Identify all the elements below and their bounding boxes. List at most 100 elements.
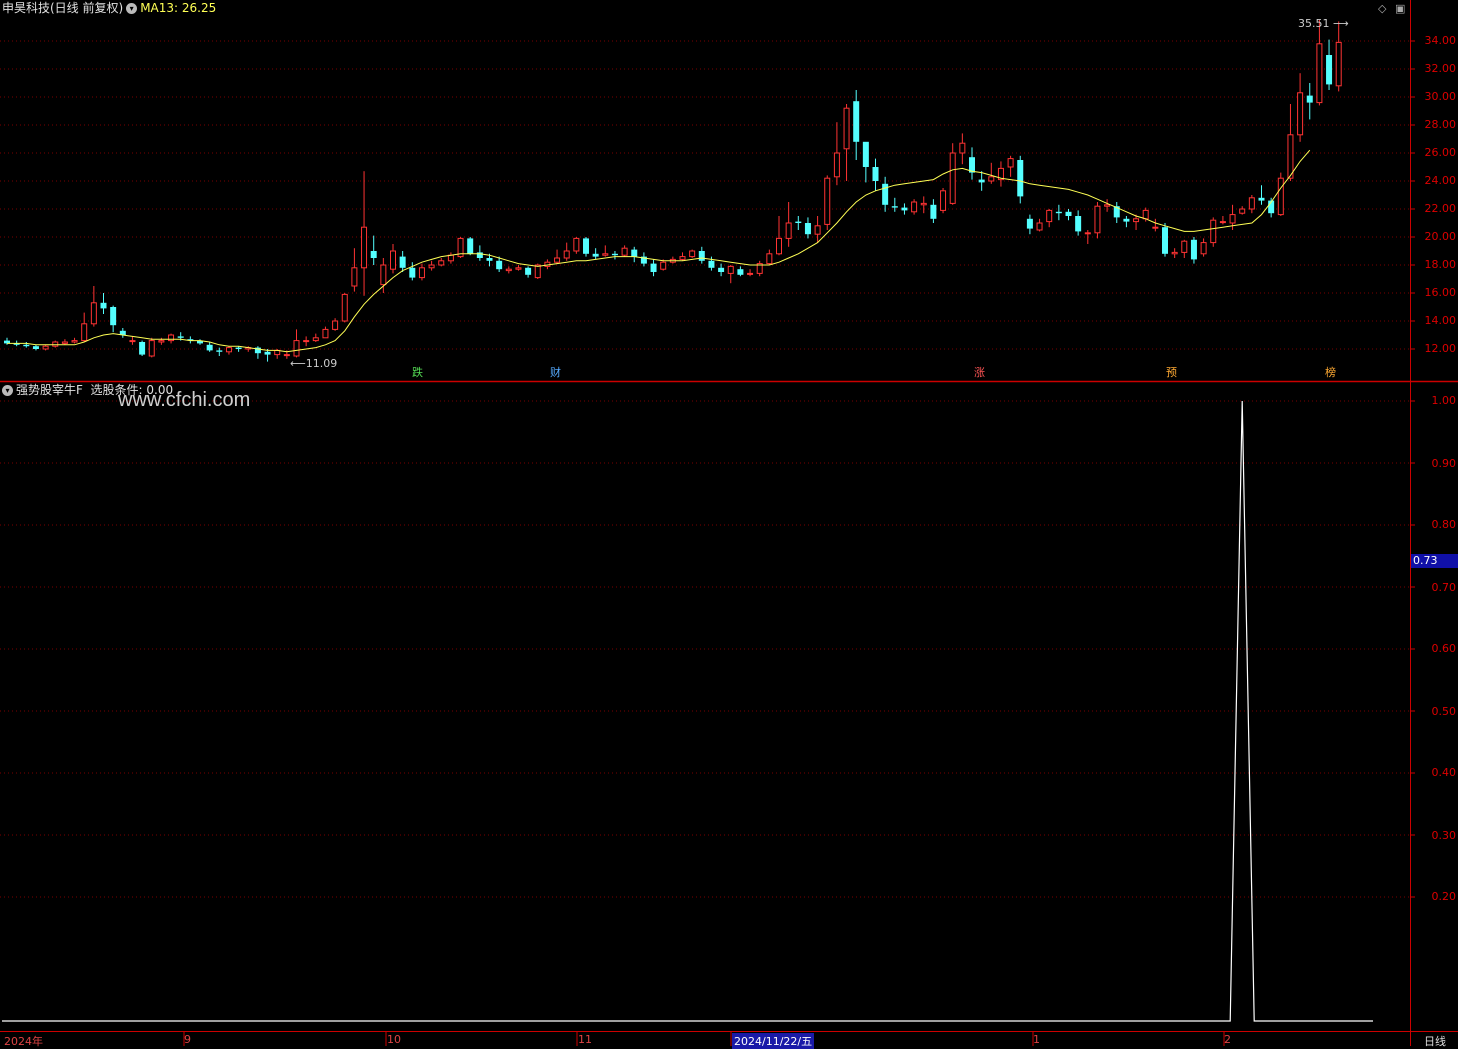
candle-body-up <box>168 334 175 342</box>
candle-body-up <box>727 265 734 274</box>
candle-body-up <box>679 256 686 260</box>
candle-body-up <box>814 225 821 235</box>
period-label[interactable]: 日线 <box>1424 1033 1446 1049</box>
candle-body-down <box>1306 95 1313 103</box>
candle-body-up <box>988 176 995 182</box>
maximize-icon[interactable]: ▣ <box>1395 2 1405 15</box>
candle-body-down <box>1123 218 1130 222</box>
candle-body-up <box>1248 197 1255 210</box>
event-tag-rise[interactable]: 涨 <box>973 366 986 380</box>
price-tick: 16.00 <box>1424 286 1457 299</box>
stock-title[interactable]: 申昊科技(日线 前复权) <box>2 1 123 15</box>
candle-body-up <box>90 302 97 325</box>
candle-body-down <box>370 251 377 258</box>
candle-body-up <box>911 201 918 213</box>
candle-body-up <box>843 107 850 150</box>
candle-body-up <box>361 226 368 269</box>
candle-body-up <box>602 253 609 256</box>
candle-body-up <box>341 293 348 322</box>
candle-body-up <box>1142 209 1149 220</box>
candle-body-up <box>563 250 570 259</box>
candle-body-down <box>891 206 898 208</box>
candle-body-down <box>583 238 589 254</box>
price-tick: 12.00 <box>1424 342 1457 355</box>
candle-body-down <box>264 351 271 355</box>
candle-body-up <box>52 341 59 347</box>
candle-body-down <box>698 251 705 261</box>
date-tick: 9 <box>184 1033 191 1046</box>
candle-body-up <box>747 272 754 275</box>
candle-body-up <box>785 222 792 239</box>
candle-body-down <box>930 204 937 219</box>
price-tick: 24.00 <box>1424 174 1457 187</box>
candle-body-up <box>42 345 49 350</box>
watermark: www.cfchi.com <box>118 389 251 411</box>
event-tag-forecast[interactable]: 预 <box>1165 366 1178 380</box>
candle-body-down <box>901 207 908 211</box>
indicator-tick: 0.50 <box>1431 705 1457 718</box>
candle-body-down <box>853 101 860 142</box>
chevron-down-icon[interactable]: ▾ <box>126 3 138 14</box>
chevron-down-icon[interactable]: ▾ <box>2 385 13 396</box>
main-header: 申昊科技(日线 前复权) ▾ MA13: 26.25 <box>2 1 216 15</box>
candle-body-up <box>351 267 358 287</box>
price-tick: 30.00 <box>1424 90 1457 103</box>
candle-body-up <box>148 340 155 357</box>
candle-body-up <box>920 202 927 206</box>
candle-body-down <box>496 260 503 270</box>
indicator-current-value: 0.73 <box>1411 554 1458 568</box>
indicator-title[interactable]: 强势股宰牛F <box>16 383 83 397</box>
candle-body-down <box>139 342 146 355</box>
candle-body-up <box>1239 208 1246 214</box>
candle-body-up <box>1210 219 1217 244</box>
date-tick: 11 <box>578 1033 592 1046</box>
price-tick: 28.00 <box>1424 118 1457 131</box>
event-tag-fall[interactable]: 跌 <box>411 366 424 380</box>
candle-body-up <box>1094 205 1101 234</box>
selected-date: 2024/11/22/五 <box>732 1033 815 1049</box>
candle-body-down <box>32 346 39 349</box>
candle-body-down <box>804 223 811 235</box>
candle-body-up <box>61 341 68 344</box>
candle-body-up <box>1181 240 1188 253</box>
candle-body-up <box>418 267 425 279</box>
indicator-tick: 0.60 <box>1431 642 1457 655</box>
candle-body-down <box>862 141 869 167</box>
candle-body-up <box>621 247 628 256</box>
candle-body-up <box>940 190 947 211</box>
indicator-tick: 0.80 <box>1431 518 1457 531</box>
candle-body-down <box>1065 211 1072 216</box>
candle-body-up <box>573 237 580 252</box>
candle-body-up <box>833 152 840 178</box>
price-tick: 18.00 <box>1424 258 1457 271</box>
high-price-label: 35.51 ⟶ <box>1298 17 1349 30</box>
candle-body-down <box>631 249 638 257</box>
candle-body-up <box>332 320 339 330</box>
candle-body-up <box>515 267 522 270</box>
candle-body-down <box>1326 55 1333 85</box>
candle-body-up <box>390 250 396 270</box>
candle-body-down <box>1017 160 1024 197</box>
candle-body-down <box>486 258 493 261</box>
candle-body-down <box>718 267 725 272</box>
event-tag-ranking[interactable]: 榜 <box>1324 366 1337 380</box>
date-tick: 2 <box>1224 1033 1231 1046</box>
candle-body-up <box>1219 221 1226 224</box>
candle-body-down <box>1055 211 1062 214</box>
candle-body-up <box>428 264 435 269</box>
price-tick: 32.00 <box>1424 62 1457 75</box>
candle-body-up <box>776 237 782 255</box>
candle-body-up <box>380 264 387 286</box>
event-tag-finance[interactable]: 财 <box>549 366 562 380</box>
candle-body-down <box>409 267 416 278</box>
candle-body-up <box>1084 232 1091 235</box>
chart-canvas[interactable] <box>0 0 1458 1046</box>
candle-body-up <box>1104 204 1111 207</box>
candle-body-up <box>1277 177 1284 216</box>
candle-body-up <box>554 257 561 263</box>
candle-body-down <box>650 263 657 272</box>
candle-body-down <box>708 260 715 268</box>
candle-body-up <box>1287 134 1294 179</box>
diamond-icon[interactable]: ◇ <box>1378 2 1386 15</box>
date-tick: 10 <box>387 1033 401 1046</box>
